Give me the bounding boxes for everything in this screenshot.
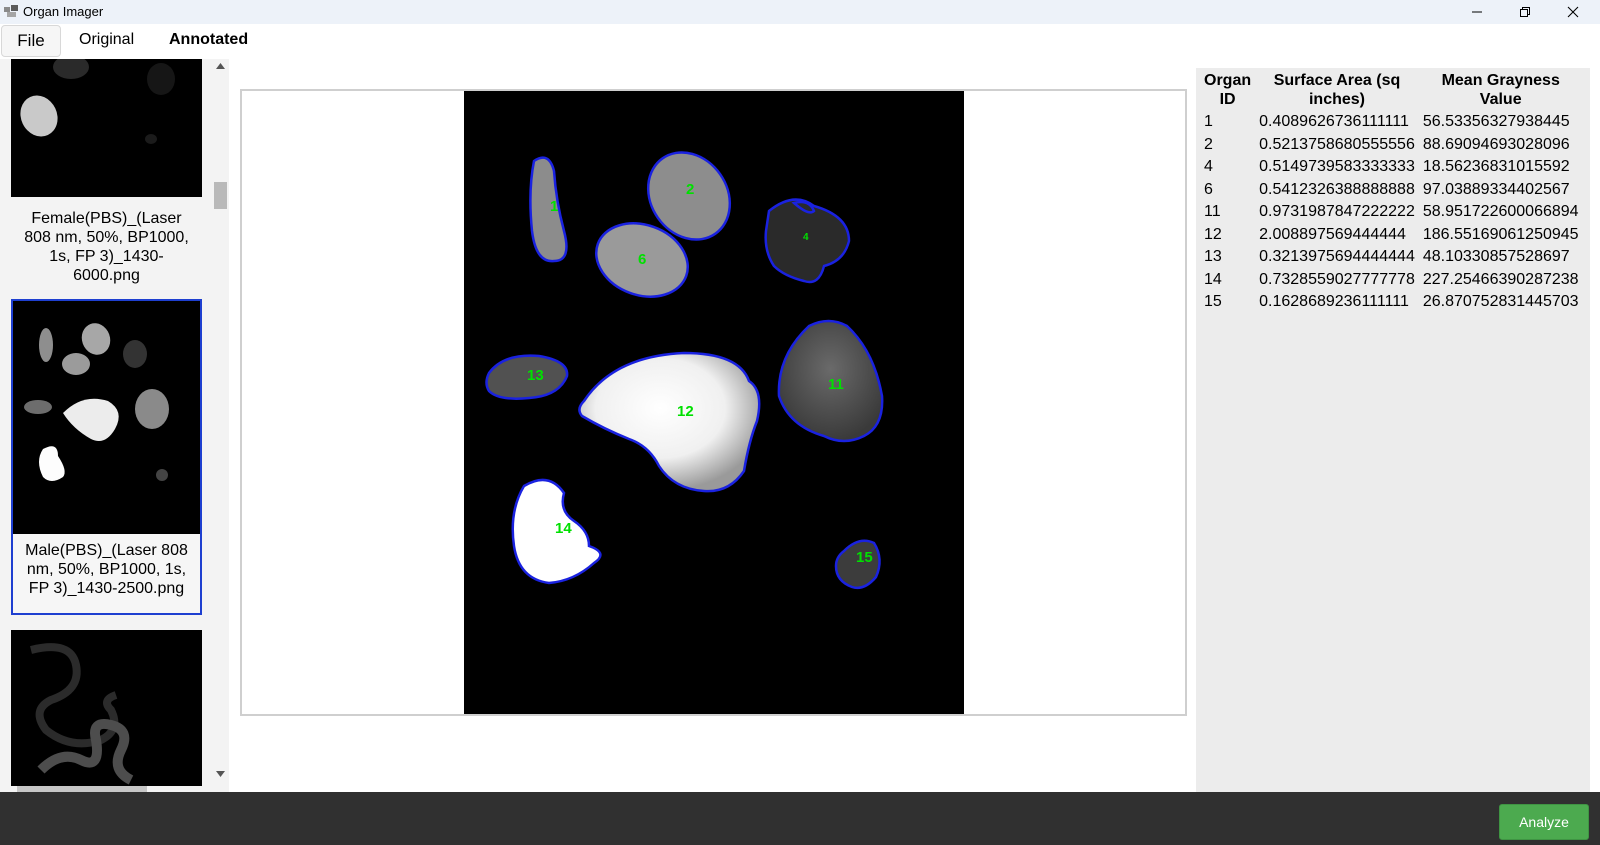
cell-organ-id: 14 <box>1204 270 1222 288</box>
column-header-surface-area[interactable]: Surface Area (sq inches) <box>1255 70 1419 111</box>
scroll-up-icon[interactable] <box>216 63 225 69</box>
minimize-icon <box>1472 11 1482 13</box>
cell-mean-grayness: 18.56236831015592 <box>1422 158 1570 175</box>
cell-organ-id: 2 <box>1204 135 1213 153</box>
organ-label: 4 <box>803 232 809 243</box>
restore-icon <box>1520 7 1530 17</box>
thumbnail-label: Male(PBS)_(Laser 808 nm, 50%, BP1000, 1s… <box>25 542 188 597</box>
tab-annotated[interactable]: Annotated <box>169 31 248 49</box>
organ-label: 15 <box>856 549 873 566</box>
cell-surface-area: 0.9731987847222222 <box>1259 203 1415 220</box>
title-bar: Organ Imager <box>0 0 1600 24</box>
results-table: Organ ID Surface Area (sq inches) Mean Gra… <box>1200 70 1583 314</box>
close-icon <box>1567 6 1579 18</box>
table-row[interactable]: 15 0.1628689236111111 26.870752831445703 <box>1200 291 1583 314</box>
cell-surface-area: 0.4089626736111111 <box>1259 113 1409 130</box>
cell-mean-grayness: 186.55169061250945 <box>1422 225 1579 243</box>
thumbnail-image <box>11 59 202 197</box>
cell-organ-id: 12 <box>1204 225 1222 243</box>
cell-surface-area: 0.5149739583333333 <box>1259 158 1415 175</box>
annotated-image: 1 2 4 6 11 12 13 14 15 <box>464 91 964 714</box>
thumbnail-image <box>11 630 202 792</box>
cell-mean-grayness: 88.69094693028096 <box>1422 135 1570 153</box>
table-row[interactable]: 2 0.5213758680555556 88.69094693028096 <box>1200 134 1583 157</box>
organ-label: 2 <box>686 181 694 198</box>
scroll-down-icon[interactable] <box>216 771 225 777</box>
menu-bar: File Original Annotated <box>0 24 1600 59</box>
cell-organ-id: 15 <box>1204 293 1222 310</box>
list-item-selected[interactable]: Male(PBS)_(Laser 808 nm, 50%, BP1000, 1s… <box>11 299 202 615</box>
annotated-image-viewer: 1 2 4 6 11 12 13 14 15 <box>240 89 1187 716</box>
scrollbar-thumb[interactable] <box>214 182 227 209</box>
minimize-button[interactable] <box>1454 0 1500 24</box>
cell-surface-area: 0.1628689236111111 <box>1259 293 1409 310</box>
cell-surface-area: 2.008897569444444 <box>1259 225 1406 243</box>
cell-mean-grayness: 227.25466390287238 <box>1422 270 1579 288</box>
table-row[interactable]: 14 0.7328559027777778 227.25466390287238 <box>1200 269 1583 292</box>
table-row[interactable]: 4 0.5149739583333333 18.56236831015592 <box>1200 156 1583 179</box>
cell-organ-id: 11 <box>1204 203 1221 220</box>
thumbnail-image <box>13 301 200 534</box>
cell-mean-grayness: 26.870752831445703 <box>1422 293 1579 310</box>
table-row[interactable]: 6 0.5412326388888888 97.03889334402567 <box>1200 179 1583 202</box>
restore-button[interactable] <box>1502 0 1548 24</box>
table-row[interactable]: 13 0.3213975694444444 48.10330857528697 <box>1200 246 1583 269</box>
cell-organ-id: 6 <box>1204 180 1213 198</box>
table-row[interactable]: 11 0.9731987847222222 58.951722600066894 <box>1200 201 1583 224</box>
organ-label: 13 <box>527 367 544 384</box>
cell-surface-area: 0.3213975694444444 <box>1259 248 1415 265</box>
cell-mean-grayness: 97.03889334402567 <box>1422 180 1570 198</box>
column-header-organ-id[interactable]: Organ ID <box>1200 70 1255 111</box>
column-header-mean-grayness[interactable]: Mean Grayness Value <box>1419 70 1583 111</box>
cell-organ-id: 1 <box>1204 113 1213 130</box>
results-panel: Organ ID Surface Area (sq inches) Mean Gra… <box>1196 68 1590 793</box>
cell-mean-grayness: 56.53356327938445 <box>1422 113 1570 130</box>
thumbnail-label: Female(PBS)_(Laser 808 nm, 50%, BP1000, … <box>24 210 189 284</box>
window-title: Organ Imager <box>23 4 104 19</box>
cell-surface-area: 0.7328559027777778 <box>1259 270 1415 288</box>
cell-mean-grayness: 48.10330857528697 <box>1422 248 1570 265</box>
organ-label: 1 <box>550 198 558 215</box>
cell-organ-id: 4 <box>1204 158 1213 175</box>
image-list: Female(PBS)_(Laser 808 nm, 50%, BP1000, … <box>0 59 229 792</box>
organ-label: 11 <box>828 376 844 393</box>
sidebar-scrollbar[interactable] <box>212 59 229 784</box>
table-row[interactable]: 1 0.4089626736111111 56.53356327938445 <box>1200 111 1583 134</box>
app-icon <box>4 5 18 17</box>
organ-label: 6 <box>638 251 646 268</box>
organ-label: 14 <box>555 520 572 537</box>
analyze-button[interactable]: Analyze <box>1499 804 1589 840</box>
organ-label: 12 <box>677 403 694 420</box>
file-menu[interactable]: File <box>1 25 61 57</box>
footer-bar: Analyze <box>0 792 1600 845</box>
cell-surface-area: 0.5412326388888888 <box>1259 180 1415 198</box>
cell-mean-grayness: 58.951722600066894 <box>1422 203 1579 220</box>
table-header-row: Organ ID Surface Area (sq inches) Mean Gra… <box>1200 70 1583 111</box>
cell-surface-area: 0.5213758680555556 <box>1259 135 1415 153</box>
tab-original[interactable]: Original <box>79 31 134 49</box>
cell-organ-id: 13 <box>1204 248 1222 265</box>
table-row[interactable]: 12 2.008897569444444 186.55169061250945 <box>1200 224 1583 247</box>
close-button[interactable] <box>1550 0 1596 24</box>
